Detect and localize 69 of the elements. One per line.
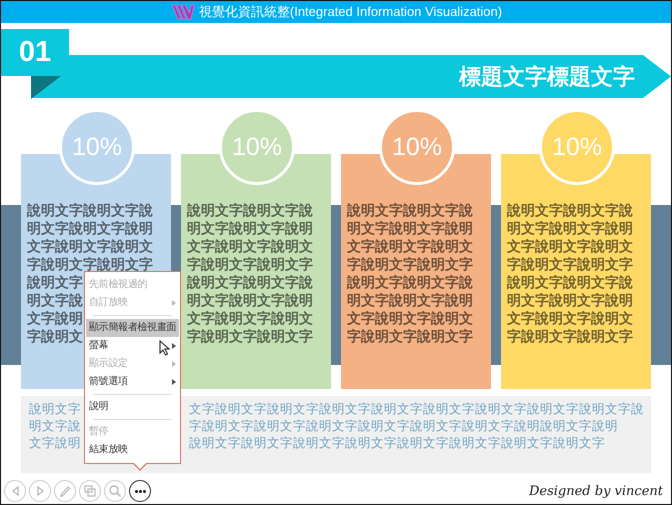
summary-text: 說明文字: [29, 400, 81, 417]
card-text: 明文字說: [27, 292, 83, 310]
card-text: 明文字說明文字說明: [507, 220, 633, 238]
card-text: 說明文字說明文字說: [187, 274, 313, 292]
submenu-arrow-icon: [172, 361, 177, 367]
menu-item[interactable]: 顯示簡報者檢視畫面: [86, 319, 179, 337]
next-icon: [36, 486, 44, 496]
slide-number: 01: [18, 36, 52, 69]
percent-label: 10%: [232, 132, 282, 162]
card-text: 字說明文字說明文字: [187, 256, 313, 274]
card-text: 字說明文字說明文字: [507, 256, 633, 274]
card-text: 明文字說明文字說明: [347, 220, 473, 238]
slides-icon: [84, 485, 96, 497]
card-text: 字說明文字說明文字: [347, 256, 473, 274]
more-button[interactable]: [129, 480, 151, 502]
card-text: 文字說明文字說明文: [507, 238, 633, 256]
menu-item[interactable]: 結束放映: [86, 441, 179, 459]
credit-text: Designed by vincent: [528, 484, 663, 498]
card-text: 字說明文: [27, 328, 83, 346]
card-text: 文字說明文字說明文: [507, 310, 633, 328]
percent-label: 10%: [72, 132, 122, 162]
next-button[interactable]: [29, 480, 51, 502]
slides-button[interactable]: [79, 480, 101, 502]
menu-item[interactable]: 螢幕: [86, 337, 179, 355]
card-text: 明文字說明文字說明: [27, 220, 153, 238]
previous-icon: [12, 486, 18, 496]
submenu-arrow-icon: [172, 343, 177, 349]
summary-text: 明文字說: [29, 417, 81, 434]
card-text: 說明文字說明文字說: [507, 274, 633, 292]
submenu-arrow-icon: [172, 300, 177, 306]
card-text: 明文字說明文字說明: [187, 292, 313, 310]
menu-item[interactable]: 箭號選項: [86, 373, 179, 391]
summary-text: 字說明文字說明文字說明文字說明文字說明文字說明文字說明說明文字說明: [189, 417, 618, 434]
card-text: 文字說明文字說明文: [347, 238, 473, 256]
card-text: 文字說明文字說明文: [187, 238, 313, 256]
summary-text: 文字說明文字說明文字說明文字說明文字說明文字說明文字說明文字說明文字說: [189, 400, 644, 417]
cursor-icon: [159, 340, 171, 356]
card-text: 字說明文字說明文字: [27, 256, 153, 274]
card-text: 文字說明: [27, 310, 83, 328]
card-text: 字說明文字說明文字: [347, 328, 473, 346]
card-text: 明文字說明文字說明: [507, 292, 633, 310]
search-icon: [109, 485, 121, 497]
pen-button[interactable]: [54, 480, 76, 502]
slide-heading: 標題文字標題文字: [459, 64, 635, 92]
logo-icon: [170, 3, 196, 21]
pen-icon: [60, 485, 70, 497]
card-text: 明文字說明文字說明: [187, 220, 313, 238]
card-text: 說明文字說明文字說: [187, 202, 313, 220]
summary-text: 說明文字說明文字說明文字說明文字說明文字說明文字說明文字說明文字: [189, 434, 605, 451]
card-text: 說明文字說明文字說: [27, 202, 153, 220]
card-text: 字說明文字說明文字: [187, 328, 313, 346]
window-title: 視覺化資訊統整(Integrated Information Visualization): [198, 3, 502, 21]
card-text: 文字說明文字說明文: [187, 310, 313, 328]
submenu-arrow-icon: [172, 379, 177, 385]
card-text: 說明文字說明文字說: [507, 202, 633, 220]
menu-item[interactable]: 說明: [86, 398, 179, 416]
percent-label: 10%: [552, 132, 602, 162]
card-text: 說明文字說明文字說: [347, 274, 473, 292]
summary-text: 文字說明: [29, 434, 81, 451]
card-text: 說明文字: [27, 274, 83, 292]
card-text: 文字說明文字說明文: [27, 238, 153, 256]
card-text: 字說明文字說明文字: [507, 328, 633, 346]
ribbon-fold-icon: [31, 76, 61, 99]
card-text: 文字說明文字說明文: [347, 310, 473, 328]
card-text: 說明文字說明文字說: [347, 202, 473, 220]
previous-button[interactable]: [4, 480, 26, 502]
percent-label: 10%: [392, 132, 442, 162]
more-icon: [134, 490, 146, 492]
card-text: 明文字說明文字說明: [347, 292, 473, 310]
